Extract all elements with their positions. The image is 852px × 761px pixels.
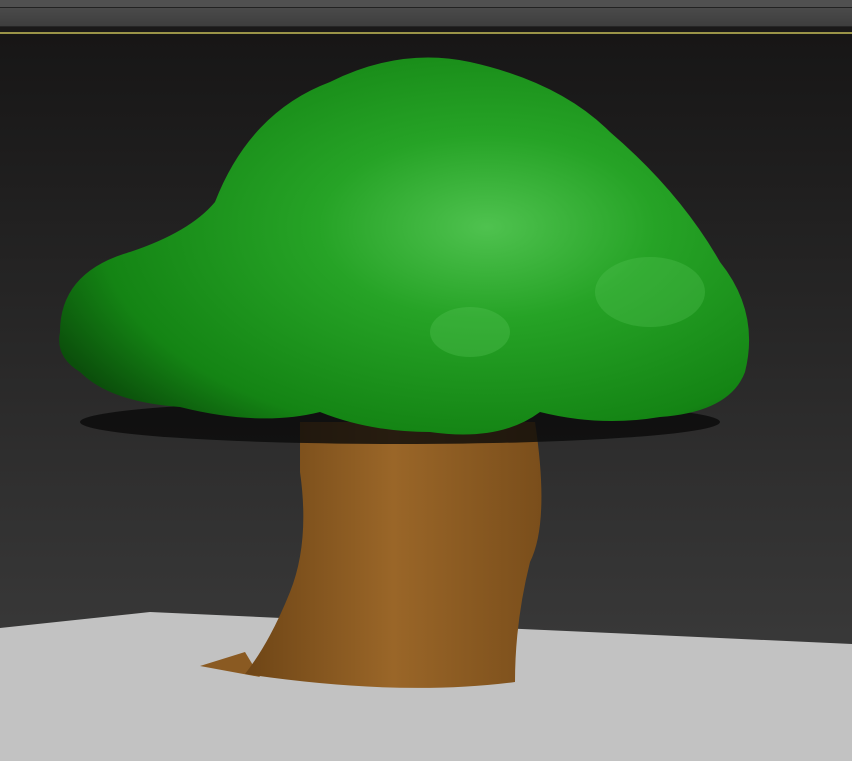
viewport-toolbar <box>0 8 852 27</box>
viewport-scene[interactable] <box>0 34 852 761</box>
canopy-highlight <box>430 307 510 357</box>
title-bar <box>0 0 852 8</box>
canopy-highlight <box>595 257 705 327</box>
3d-viewport[interactable] <box>0 32 852 761</box>
